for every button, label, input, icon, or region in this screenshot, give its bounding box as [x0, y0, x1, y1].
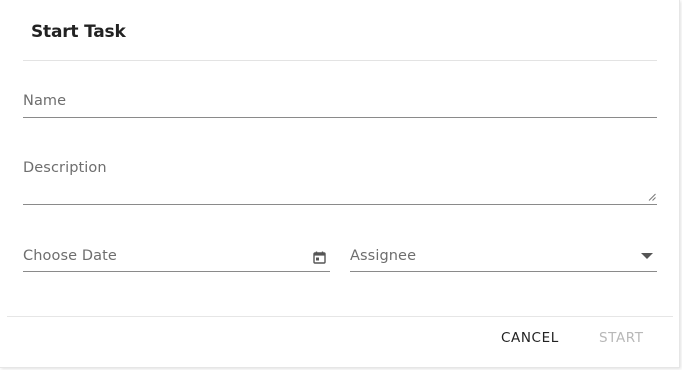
description-textarea[interactable]: Description	[23, 155, 657, 205]
date-underline	[23, 271, 330, 272]
assignee-select[interactable]: Assignee	[350, 242, 657, 272]
assignee-placeholder: Assignee	[350, 248, 417, 264]
name-placeholder: Name	[23, 93, 67, 109]
description-placeholder: Description	[23, 160, 107, 176]
footer-divider	[7, 316, 673, 317]
chevron-down-icon[interactable]	[641, 253, 653, 260]
calendar-icon[interactable]	[313, 251, 326, 264]
start-task-dialog: Start Task Name Description Choose Date …	[0, 0, 680, 368]
assignee-underline	[350, 271, 657, 272]
resize-handle-icon[interactable]	[648, 193, 656, 201]
dialog-title: Start Task	[31, 22, 126, 42]
name-underline	[23, 117, 657, 118]
description-underline	[23, 204, 657, 205]
start-button[interactable]: START	[599, 330, 644, 346]
title-divider	[23, 60, 657, 61]
date-picker-input[interactable]: Choose Date	[23, 242, 330, 272]
name-input[interactable]: Name	[23, 88, 657, 118]
cancel-button[interactable]: CANCEL	[501, 330, 559, 346]
date-placeholder: Choose Date	[23, 248, 117, 264]
